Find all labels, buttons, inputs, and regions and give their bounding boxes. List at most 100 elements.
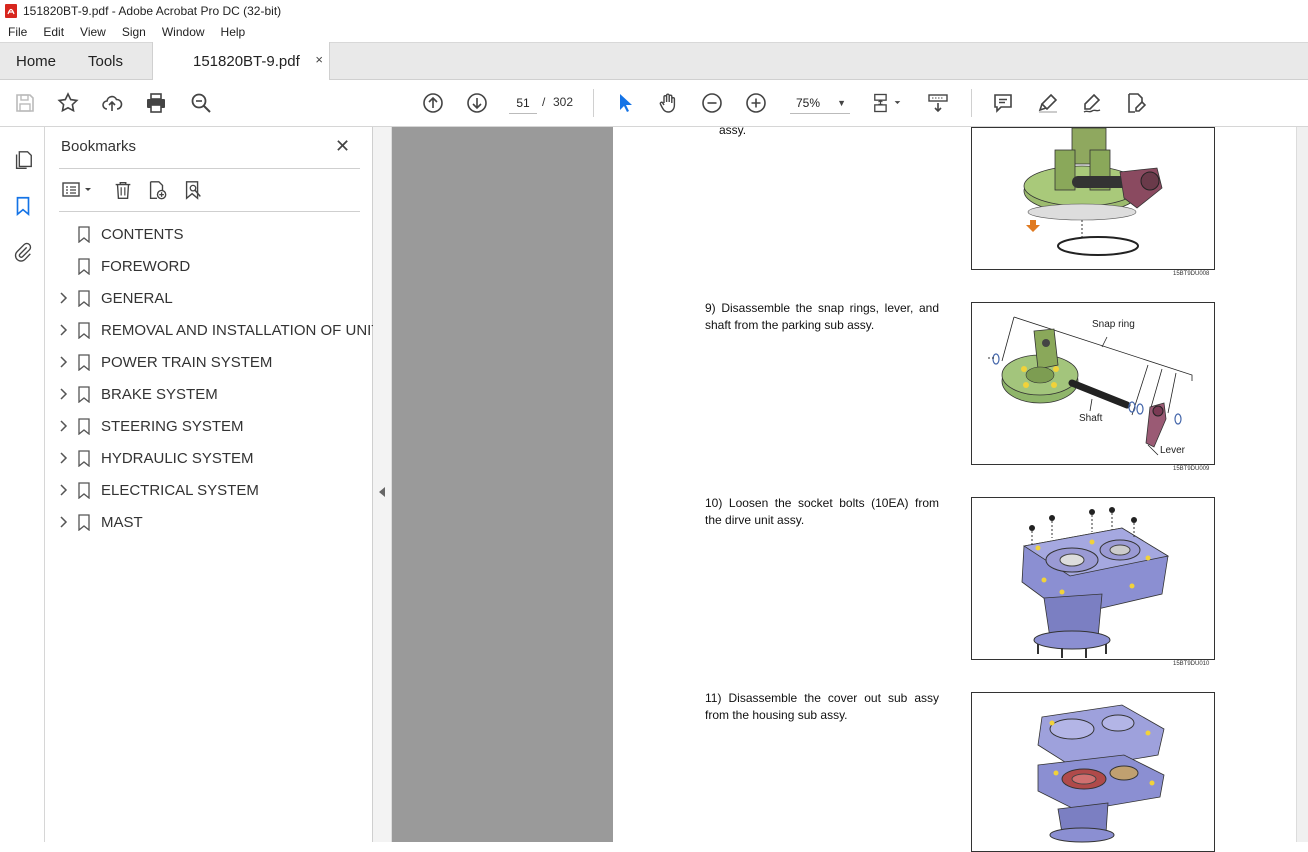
delete-bookmark-icon[interactable] bbox=[109, 177, 137, 203]
close-tab-icon[interactable]: × bbox=[315, 52, 323, 67]
page-display-icon[interactable] bbox=[870, 90, 906, 116]
bookmark-icon bbox=[78, 418, 90, 435]
bookmark-icon bbox=[78, 290, 90, 307]
zoom-search-icon[interactable] bbox=[188, 90, 214, 116]
select-pointer-icon[interactable] bbox=[612, 90, 638, 116]
parking-assy-illustration bbox=[1023, 127, 1163, 256]
bookmark-list: CONTENTS FOREWORD GENERAL REMOVAL AND INSTA… bbox=[45, 219, 381, 539]
tab-bar: Home Tools 151820BT-9.pdf × bbox=[0, 42, 1308, 80]
menu-sign[interactable]: Sign bbox=[114, 25, 154, 39]
menu-help[interactable]: Help bbox=[213, 25, 254, 39]
bookmark-item[interactable]: CONTENTS bbox=[45, 219, 373, 251]
bookmarks-title: Bookmarks bbox=[61, 138, 137, 155]
window-title: 151820BT-9.pdf - Adobe Acrobat Pro DC (3… bbox=[23, 4, 282, 18]
figure-2: Snap ring Shaft Lever bbox=[971, 302, 1215, 465]
label-shaft: Shaft bbox=[1079, 413, 1103, 424]
bookmark-icon bbox=[78, 482, 90, 499]
bookmark-label: CONTENTS bbox=[101, 226, 184, 243]
divider bbox=[59, 168, 360, 169]
chevron-right-icon[interactable] bbox=[58, 292, 68, 304]
next-page-icon[interactable] bbox=[464, 90, 490, 116]
page-number-input[interactable]: 51 bbox=[509, 92, 537, 114]
bookmark-icon bbox=[78, 258, 90, 275]
menu-file[interactable]: File bbox=[0, 25, 35, 39]
divider bbox=[59, 211, 360, 212]
bookmark-icon bbox=[78, 226, 90, 243]
bookmark-item[interactable]: FOREWORD bbox=[45, 251, 373, 283]
bookmark-label: BRAKE SYSTEM bbox=[101, 386, 218, 403]
edit-pdf-icon[interactable] bbox=[1123, 90, 1149, 116]
document-area[interactable]: assy. 15BT9DU008 9) Disassemble the snap… bbox=[392, 123, 1296, 852]
chevron-right-icon[interactable] bbox=[58, 452, 68, 464]
bookmark-item[interactable]: REMOVAL AND INSTALLATION OF UNIT bbox=[45, 315, 381, 347]
menu-bar: File Edit View Sign Window Help bbox=[0, 22, 1308, 42]
bookmark-options-icon[interactable] bbox=[59, 177, 97, 203]
chevron-right-icon[interactable] bbox=[58, 484, 68, 496]
tab-document-label: 151820BT-9.pdf bbox=[193, 53, 300, 70]
chevron-right-icon[interactable] bbox=[58, 356, 68, 368]
title-bar: 151820BT-9.pdf - Adobe Acrobat Pro DC (3… bbox=[0, 0, 1308, 22]
step-11: 11) Disassemble the cover out sub assy f… bbox=[705, 690, 939, 724]
step-9: 9) Disassemble the snap rings, lever, an… bbox=[705, 300, 939, 334]
figure-code: 15BT9DU010 bbox=[1173, 661, 1210, 667]
bookmark-item[interactable]: HYDRAULIC SYSTEM bbox=[45, 443, 373, 475]
bookmark-item[interactable]: POWER TRAIN SYSTEM bbox=[45, 347, 373, 379]
bookmark-panel-icon[interactable] bbox=[10, 193, 36, 219]
print-icon[interactable] bbox=[143, 90, 169, 116]
tab-document[interactable]: 151820BT-9.pdf × bbox=[152, 42, 330, 80]
chevron-right-icon[interactable] bbox=[58, 324, 68, 336]
zoom-dropdown[interactable]: 75% ▼ bbox=[790, 92, 850, 114]
tab-home[interactable]: Home bbox=[16, 53, 56, 70]
page-thumbnails-icon[interactable] bbox=[10, 147, 36, 173]
bookmark-label: GENERAL bbox=[101, 290, 173, 307]
bookmark-item[interactable]: MAST bbox=[45, 507, 373, 539]
bookmark-item[interactable]: GENERAL bbox=[45, 283, 373, 315]
attachment-icon[interactable] bbox=[10, 239, 36, 265]
pdf-page: assy. 15BT9DU008 9) Disassemble the snap… bbox=[613, 123, 1296, 852]
toolbar: 51 / 302 75% ▼ bbox=[0, 80, 1308, 127]
step-text: Disassemble the snap rings, lever, and s… bbox=[705, 301, 939, 332]
highlight-pen-icon[interactable] bbox=[1035, 90, 1061, 116]
collapse-panel-icon[interactable] bbox=[379, 487, 385, 497]
left-rail bbox=[0, 127, 45, 842]
bookmark-item[interactable]: ELECTRICAL SYSTEM bbox=[45, 475, 373, 507]
menu-view[interactable]: View bbox=[72, 25, 114, 39]
bookmark-item[interactable]: STEERING SYSTEM bbox=[45, 411, 373, 443]
label-lever: Lever bbox=[1160, 445, 1186, 456]
hand-tool-icon[interactable] bbox=[655, 90, 681, 116]
page-total: 302 bbox=[553, 95, 574, 109]
step-number: 10) bbox=[705, 496, 723, 510]
bookmark-icon bbox=[78, 514, 90, 531]
scroll-mode-icon[interactable] bbox=[925, 90, 951, 116]
vertical-scrollbar[interactable] bbox=[1296, 127, 1308, 842]
figure-code: 15BT9DU008 bbox=[1173, 271, 1210, 277]
step-text: Disassemble the cover out sub assy from … bbox=[705, 691, 939, 722]
zoom-value: 75% bbox=[796, 96, 821, 110]
comment-icon[interactable] bbox=[990, 90, 1016, 116]
chevron-right-icon[interactable] bbox=[58, 516, 68, 528]
save-icon[interactable] bbox=[12, 90, 38, 116]
draw-sign-icon[interactable] bbox=[1079, 90, 1105, 116]
toolbar-divider bbox=[593, 89, 594, 117]
chevron-down-icon: ▼ bbox=[837, 98, 846, 108]
figure-4 bbox=[971, 692, 1215, 852]
bookmark-icon bbox=[78, 354, 90, 371]
chevron-right-icon[interactable] bbox=[58, 388, 68, 400]
bookmark-item[interactable]: BRAKE SYSTEM bbox=[45, 379, 373, 411]
star-icon[interactable] bbox=[55, 90, 81, 116]
zoom-in-icon[interactable] bbox=[743, 90, 769, 116]
menu-window[interactable]: Window bbox=[154, 25, 213, 39]
upload-icon[interactable] bbox=[99, 90, 125, 116]
previous-page-icon[interactable] bbox=[420, 90, 446, 116]
bookmark-label: FOREWORD bbox=[101, 258, 191, 275]
panel-splitter[interactable] bbox=[373, 127, 392, 842]
tab-tools[interactable]: Tools bbox=[88, 53, 123, 70]
close-panel-icon[interactable]: ✕ bbox=[335, 136, 350, 157]
zoom-out-icon[interactable] bbox=[699, 90, 725, 116]
figure-3 bbox=[971, 497, 1215, 660]
new-bookmark-icon[interactable] bbox=[143, 177, 171, 203]
find-bookmark-icon[interactable] bbox=[179, 177, 207, 203]
label-snap-ring: Snap ring bbox=[1092, 319, 1135, 330]
menu-edit[interactable]: Edit bbox=[35, 25, 72, 39]
chevron-right-icon[interactable] bbox=[58, 420, 68, 432]
